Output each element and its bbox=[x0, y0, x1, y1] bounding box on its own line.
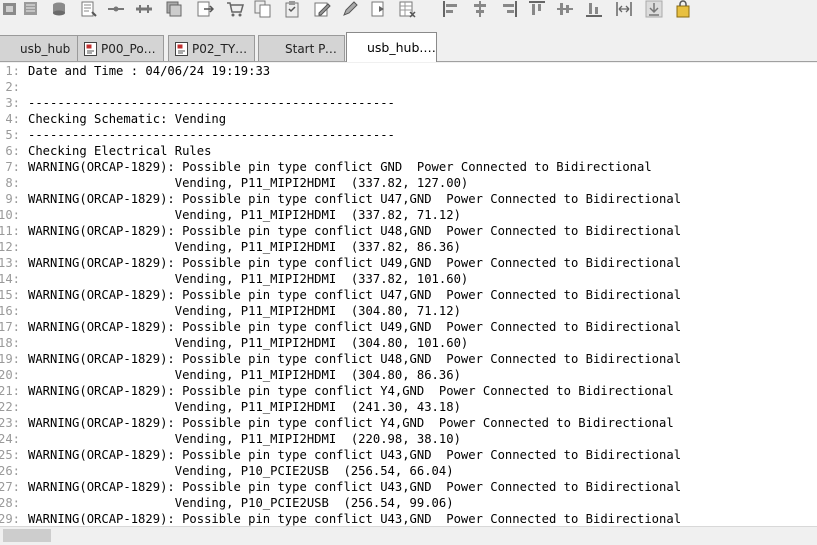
download-icon[interactable] bbox=[645, 0, 663, 18]
tab-start-page[interactable]: Start Page bbox=[258, 35, 345, 61]
align-left-icon[interactable] bbox=[442, 0, 460, 18]
align-bottom-icon[interactable] bbox=[585, 0, 603, 18]
bag-icon[interactable] bbox=[674, 0, 692, 18]
line-number: 5: bbox=[5, 128, 20, 142]
line-text: Vending, P10_PCIE2USB (256.54, 66.04) bbox=[28, 464, 454, 478]
edit-icon[interactable] bbox=[313, 0, 331, 18]
line-text: WARNING(ORCAP-1829): Possible pin type c… bbox=[28, 224, 682, 238]
line-number: 11: bbox=[0, 224, 20, 238]
line-text: WARNING(ORCAP-1829): Possible pin type c… bbox=[28, 480, 682, 494]
line-number: 13: bbox=[0, 256, 20, 270]
wire-icon[interactable] bbox=[107, 0, 125, 18]
line-text: Vending, P11_MIPI2HDMI (337.82, 71.12) bbox=[28, 208, 461, 222]
line-text: Checking Schematic: Vending bbox=[28, 112, 227, 126]
line-number: 24: bbox=[0, 432, 20, 446]
line-text: Vending, P10_PCIE2USB (256.54, 99.06) bbox=[28, 496, 454, 510]
tab-label: usb_hub bbox=[20, 41, 71, 56]
line-text: Vending, P11_MIPI2HDMI (241.30, 43.18) bbox=[28, 400, 461, 414]
pencil-icon[interactable] bbox=[341, 0, 359, 18]
line-text: Vending, P11_MIPI2HDMI (337.82, 86.36) bbox=[28, 240, 461, 254]
line-number: 8: bbox=[5, 176, 20, 190]
line-text: ----------------------------------------… bbox=[28, 96, 395, 110]
export-icon[interactable] bbox=[196, 0, 214, 18]
align-right-icon[interactable] bbox=[500, 0, 518, 18]
line-text: Date and Time : 04/06/24 19:19:33 bbox=[28, 64, 271, 78]
line-text: WARNING(ORCAP-1829): Possible pin type c… bbox=[28, 512, 682, 526]
line-text: Vending, P11_MIPI2HDMI (304.80, 71.12) bbox=[28, 304, 461, 318]
line-number: 2: bbox=[5, 80, 20, 94]
line-number: 20: bbox=[0, 368, 20, 382]
align-center-icon[interactable] bbox=[471, 0, 489, 18]
line-number: 6: bbox=[5, 144, 20, 158]
component-icon[interactable] bbox=[1, 0, 19, 18]
line-number: 26: bbox=[0, 464, 20, 478]
forward-icon[interactable] bbox=[370, 0, 388, 18]
line-number: 1: bbox=[5, 64, 20, 78]
line-number: 23: bbox=[0, 416, 20, 430]
line-number: 17: bbox=[0, 320, 20, 334]
line-number: 22: bbox=[0, 400, 20, 414]
line-number: 21: bbox=[0, 384, 20, 398]
drc-report-editor[interactable]: 1: Date and Time : 04/06/24 19:19:33 2: 3: -… bbox=[0, 63, 817, 526]
line-text: WARNING(ORCAP-1829): Possible pin type c… bbox=[28, 416, 674, 430]
copy-icon[interactable] bbox=[254, 0, 272, 18]
cart-icon[interactable] bbox=[226, 0, 244, 18]
netlist-icon[interactable] bbox=[80, 0, 98, 18]
line-text: Vending, P11_MIPI2HDMI (337.82, 101.60) bbox=[28, 272, 469, 286]
schematic-icon bbox=[175, 41, 188, 56]
line-text: WARNING(ORCAP-1829): Possible pin type c… bbox=[28, 448, 682, 462]
part-icon[interactable] bbox=[22, 0, 40, 18]
scrollbar-thumb[interactable] bbox=[3, 529, 51, 542]
database-icon[interactable] bbox=[50, 0, 68, 18]
tab-p02-typec[interactable]: P02_TYPEC... bbox=[168, 35, 255, 61]
line-number: 15: bbox=[0, 288, 20, 302]
align-middle-icon[interactable] bbox=[556, 0, 574, 18]
line-text: Vending, P11_MIPI2HDMI (337.82, 127.00) bbox=[28, 176, 469, 190]
document-tab-strip: usb_hub P00_Power... P02_TYPEC... Start … bbox=[0, 28, 817, 62]
line-text: ----------------------------------------… bbox=[28, 128, 395, 142]
tab-p00-power[interactable]: P00_Power... bbox=[77, 35, 164, 61]
distribute-icon[interactable] bbox=[615, 0, 633, 18]
tab-usb-hub-drc[interactable]: usb_hub.drc bbox=[346, 32, 437, 62]
tab-label: Start Page bbox=[285, 41, 344, 56]
table-icon[interactable] bbox=[398, 0, 416, 18]
line-number: 18: bbox=[0, 336, 20, 350]
tab-label: P00_Power... bbox=[101, 41, 163, 56]
schematic-icon bbox=[84, 41, 97, 56]
line-number: 12: bbox=[0, 240, 20, 254]
tab-label: P02_TYPEC... bbox=[192, 41, 254, 56]
line-number: 3: bbox=[5, 96, 20, 110]
line-number: 10: bbox=[0, 208, 20, 222]
line-text: WARNING(ORCAP-1829): Possible pin type c… bbox=[28, 384, 674, 398]
horizontal-scrollbar[interactable] bbox=[0, 526, 817, 545]
stack-icon[interactable] bbox=[165, 0, 183, 18]
bus-icon[interactable] bbox=[135, 0, 153, 18]
line-number: 27: bbox=[0, 480, 20, 494]
line-text: WARNING(ORCAP-1829): Possible pin type c… bbox=[28, 192, 682, 206]
line-text: WARNING(ORCAP-1829): Possible pin type c… bbox=[28, 256, 682, 270]
toolbar bbox=[0, 0, 817, 28]
line-number: 19: bbox=[0, 352, 20, 366]
clipboard-icon[interactable] bbox=[283, 0, 301, 18]
line-text: Vending, P11_MIPI2HDMI (304.80, 86.36) bbox=[28, 368, 461, 382]
align-top-icon[interactable] bbox=[528, 0, 546, 18]
line-text: Vending, P11_MIPI2HDMI (304.80, 101.60) bbox=[28, 336, 469, 350]
line-number: 16: bbox=[0, 304, 20, 318]
line-number: 7: bbox=[5, 160, 20, 174]
line-number: 14: bbox=[0, 272, 20, 286]
line-text: WARNING(ORCAP-1829): Possible pin type c… bbox=[28, 288, 682, 302]
line-number: 9: bbox=[5, 192, 20, 206]
line-text: WARNING(ORCAP-1829): Possible pin type c… bbox=[28, 160, 652, 174]
line-number: 25: bbox=[0, 448, 20, 462]
line-text: WARNING(ORCAP-1829): Possible pin type c… bbox=[28, 352, 682, 366]
tab-label: usb_hub.drc bbox=[367, 40, 436, 55]
line-text: Checking Electrical Rules bbox=[28, 144, 212, 158]
line-number: 28: bbox=[0, 496, 20, 510]
line-number: 4: bbox=[5, 112, 20, 126]
line-text: WARNING(ORCAP-1829): Possible pin type c… bbox=[28, 320, 682, 334]
line-text: Vending, P11_MIPI2HDMI (220.98, 38.10) bbox=[28, 432, 461, 446]
line-number: 29: bbox=[0, 512, 20, 526]
